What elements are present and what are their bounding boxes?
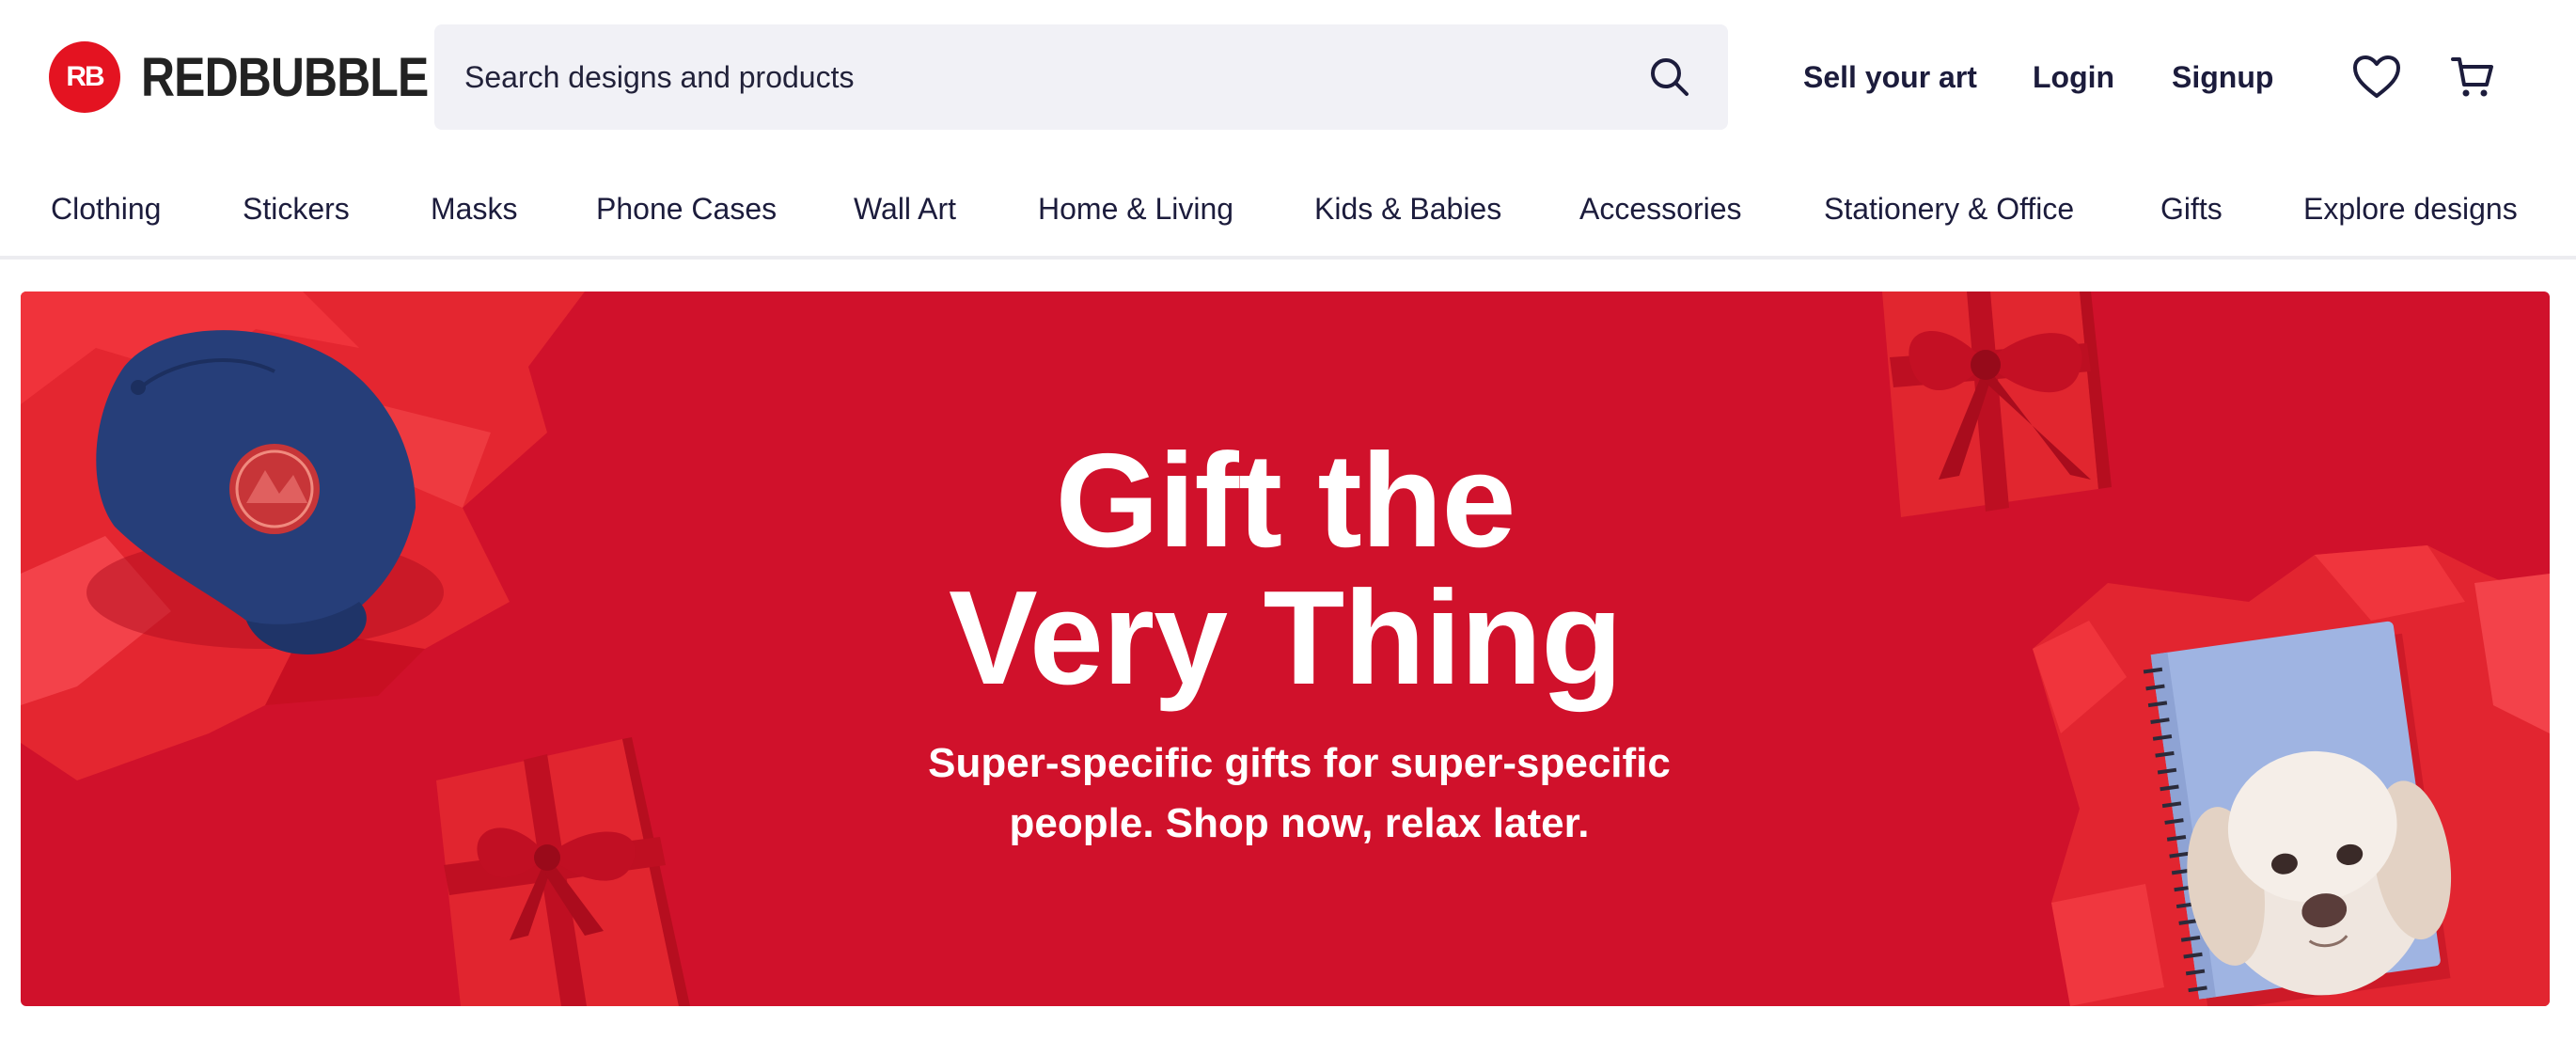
category-explore-designs[interactable]: Explore designs [2303,192,2518,227]
search-bar [434,24,1728,130]
category-phone-cases[interactable]: Phone Cases [596,192,777,227]
search-icon[interactable] [1641,49,1698,105]
heart-icon[interactable] [2350,51,2403,103]
sell-your-art-link[interactable]: Sell your art [1803,60,1977,95]
category-wall-art[interactable]: Wall Art [854,192,956,227]
site-header: RB REDBUBBLE Sell your art Login Signup [0,0,2576,154]
hero-title-line2: Very Thing [949,563,1623,713]
hero-title-line1: Gift the [1055,426,1516,575]
category-stationery-office[interactable]: Stationery & Office [1824,192,2074,227]
cart-icon[interactable] [2446,51,2499,103]
category-accessories[interactable]: Accessories [1579,192,1742,227]
hero-banner[interactable]: Gift the Very Thing Super-specific gifts… [21,292,2550,1006]
category-clothing[interactable]: Clothing [51,192,161,227]
category-nav: Clothing Stickers Masks Phone Cases Wall… [0,175,2576,260]
hero-subtitle: Super-specific gifts for super-specific … [839,733,1760,854]
hero-title: Gift the Very Thing [21,433,2550,707]
nav-divider [0,256,2576,260]
redbubble-logo[interactable]: RB REDBUBBLE [49,41,475,113]
login-link[interactable]: Login [2033,60,2114,95]
category-gifts[interactable]: Gifts [2160,192,2223,227]
logo-wordmark: REDBUBBLE [141,46,429,108]
category-masks[interactable]: Masks [431,192,517,227]
logo-mark: RB [49,41,120,113]
category-kids-babies[interactable]: Kids & Babies [1314,192,1501,227]
hero-subtitle-line1: Super-specific gifts for super-specific [928,740,1671,786]
wrapped-gift-image [436,737,690,1006]
category-home-living[interactable]: Home & Living [1038,192,1233,227]
category-stickers[interactable]: Stickers [243,192,350,227]
signup-link[interactable]: Signup [2172,60,2273,95]
hero-subtitle-line2: people. Shop now, relax later. [1009,800,1590,846]
search-input[interactable] [434,24,1641,130]
